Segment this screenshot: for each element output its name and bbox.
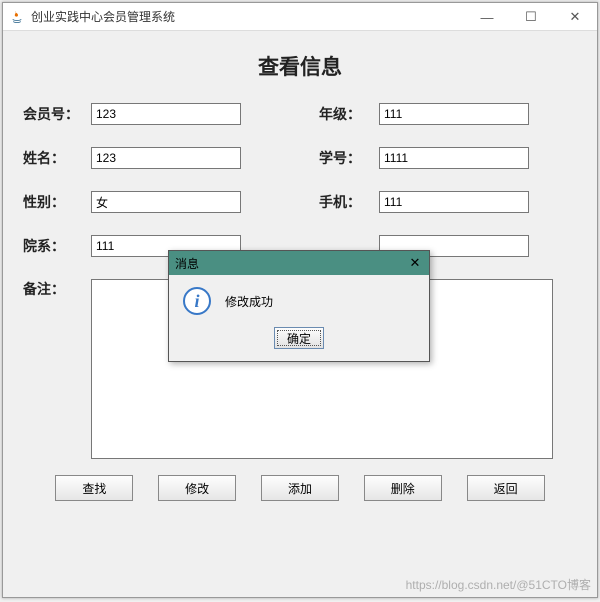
- delete-button[interactable]: 删除: [364, 475, 442, 501]
- dialog-title: 消息: [175, 255, 199, 272]
- dialog-close-button[interactable]: ✕: [405, 253, 425, 273]
- main-window: 创业实践中心会员管理系统 — ☐ ✕ 查看信息 会员号： 年级： 姓名： 学号：: [2, 2, 598, 598]
- dialog-titlebar: 消息 ✕: [169, 251, 429, 275]
- label-phone: 手机：: [319, 192, 379, 212]
- titlebar: 创业实践中心会员管理系统 — ☐ ✕: [3, 3, 597, 31]
- phone-field[interactable]: [379, 191, 529, 213]
- student-id-field[interactable]: [379, 147, 529, 169]
- close-button[interactable]: ✕: [553, 3, 597, 31]
- window-title: 创业实践中心会员管理系统: [31, 8, 175, 25]
- page-title: 查看信息: [23, 51, 577, 81]
- java-icon: [9, 9, 25, 25]
- label-name: 姓名：: [23, 148, 91, 168]
- gender-field[interactable]: [91, 191, 241, 213]
- label-gender: 性别：: [23, 192, 91, 212]
- maximize-button[interactable]: ☐: [509, 3, 553, 31]
- member-id-field[interactable]: [91, 103, 241, 125]
- dialog-message: 修改成功: [225, 293, 273, 310]
- search-button[interactable]: 查找: [55, 475, 133, 501]
- add-button[interactable]: 添加: [261, 475, 339, 501]
- label-student-id: 学号：: [319, 148, 379, 168]
- label-remarks: 备注：: [23, 279, 91, 299]
- label-department: 院系：: [23, 236, 91, 256]
- name-field[interactable]: [91, 147, 241, 169]
- dialog-ok-button[interactable]: 确定: [274, 327, 324, 349]
- back-button[interactable]: 返回: [467, 475, 545, 501]
- minimize-button[interactable]: —: [465, 3, 509, 31]
- label-member-id: 会员号：: [23, 104, 91, 124]
- modify-button[interactable]: 修改: [158, 475, 236, 501]
- dialog-buttons: 确定: [169, 323, 429, 361]
- window-controls: — ☐ ✕: [465, 3, 597, 31]
- message-dialog: 消息 ✕ i 修改成功 确定: [168, 250, 430, 362]
- button-bar: 查找 修改 添加 删除 返回: [23, 471, 577, 505]
- dialog-body: i 修改成功: [169, 275, 429, 323]
- label-grade: 年级：: [319, 104, 379, 124]
- watermark: https://blog.csdn.net/@51CTO博客: [406, 576, 591, 593]
- grade-field[interactable]: [379, 103, 529, 125]
- info-icon: i: [183, 287, 211, 315]
